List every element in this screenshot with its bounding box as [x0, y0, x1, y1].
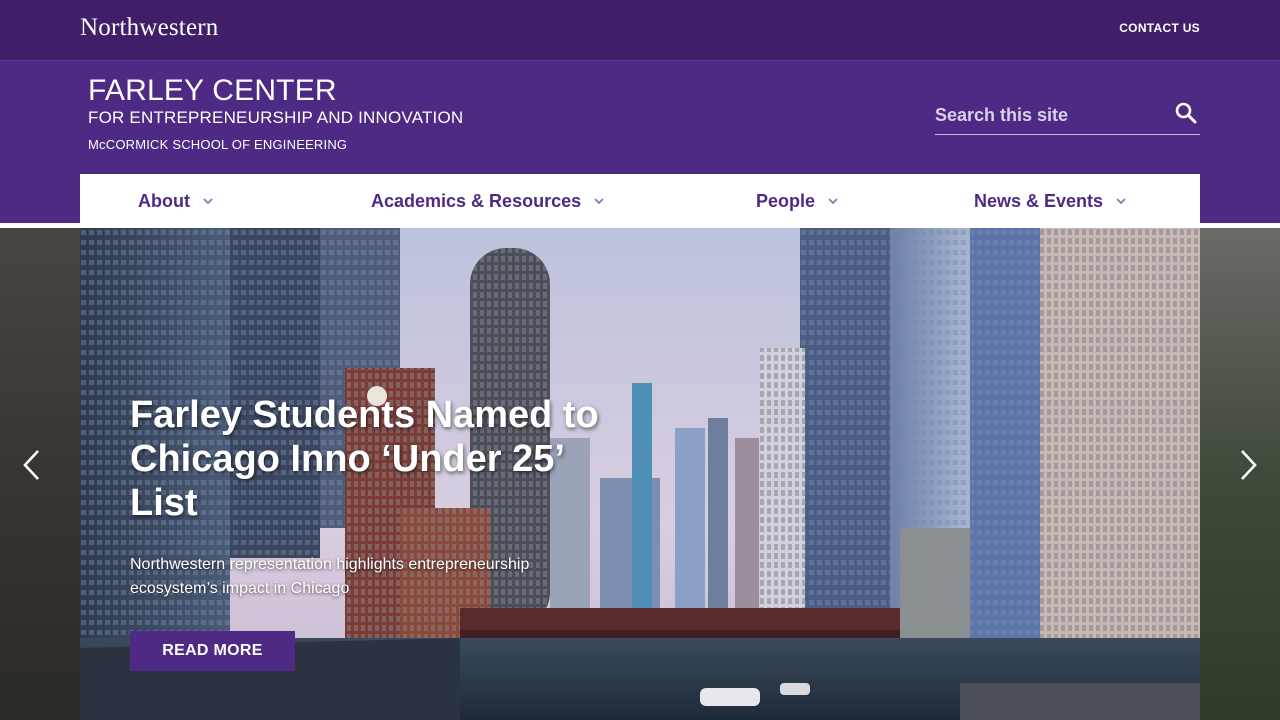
search-form: [935, 97, 1200, 135]
main-nav: About Academics & Resources People News …: [80, 174, 1200, 228]
hero-carousel: Farley Students Named to Chicago Inno ‘U…: [0, 228, 1280, 720]
chevron-down-icon: [828, 198, 838, 205]
chevron-right-icon: [1241, 450, 1257, 480]
chevron-down-icon: [203, 198, 213, 205]
nav-item-label: About: [138, 190, 190, 211]
hero-content: Farley Students Named to Chicago Inno ‘U…: [130, 393, 610, 601]
chevron-down-icon: [1116, 198, 1126, 205]
search-icon[interactable]: [1174, 101, 1198, 125]
previous-slide-button[interactable]: [20, 448, 44, 482]
school-name: McCORMICK SCHOOL OF ENGINEERING: [88, 137, 348, 152]
nav-item-label: News & Events: [974, 190, 1104, 211]
hero-description: Northwestern representation highlights e…: [130, 556, 530, 597]
site-subtitle: FOR ENTREPRENEURSHIP AND INNOVATION: [88, 108, 464, 127]
northwestern-logo[interactable]: Northwestern: [80, 14, 218, 42]
nav-item-label: Academics & Resources: [371, 190, 582, 211]
nav-item-news-events[interactable]: News & Events: [974, 174, 1127, 228]
chevron-left-icon: [23, 450, 39, 480]
nav-item-about[interactable]: About: [138, 174, 214, 228]
nav-item-people[interactable]: People: [756, 174, 839, 228]
search-input[interactable]: [935, 101, 1165, 129]
site-header: FARLEY CENTER FOR ENTREPRENEURSHIP AND I…: [0, 60, 1280, 228]
next-slide-button[interactable]: [1236, 448, 1260, 482]
site-title[interactable]: FARLEY CENTER: [88, 76, 337, 106]
nav-item-academics-resources[interactable]: Academics & Resources: [371, 174, 605, 228]
utility-bar: Northwestern CONTACT US: [0, 0, 1280, 60]
nav-item-label: People: [756, 190, 816, 211]
chevron-down-icon: [594, 198, 604, 205]
read-more-button[interactable]: READ MORE: [130, 631, 295, 671]
contact-us-link[interactable]: CONTACT US: [1119, 21, 1200, 35]
hero-title[interactable]: Farley Students Named to Chicago Inno ‘U…: [130, 393, 610, 525]
